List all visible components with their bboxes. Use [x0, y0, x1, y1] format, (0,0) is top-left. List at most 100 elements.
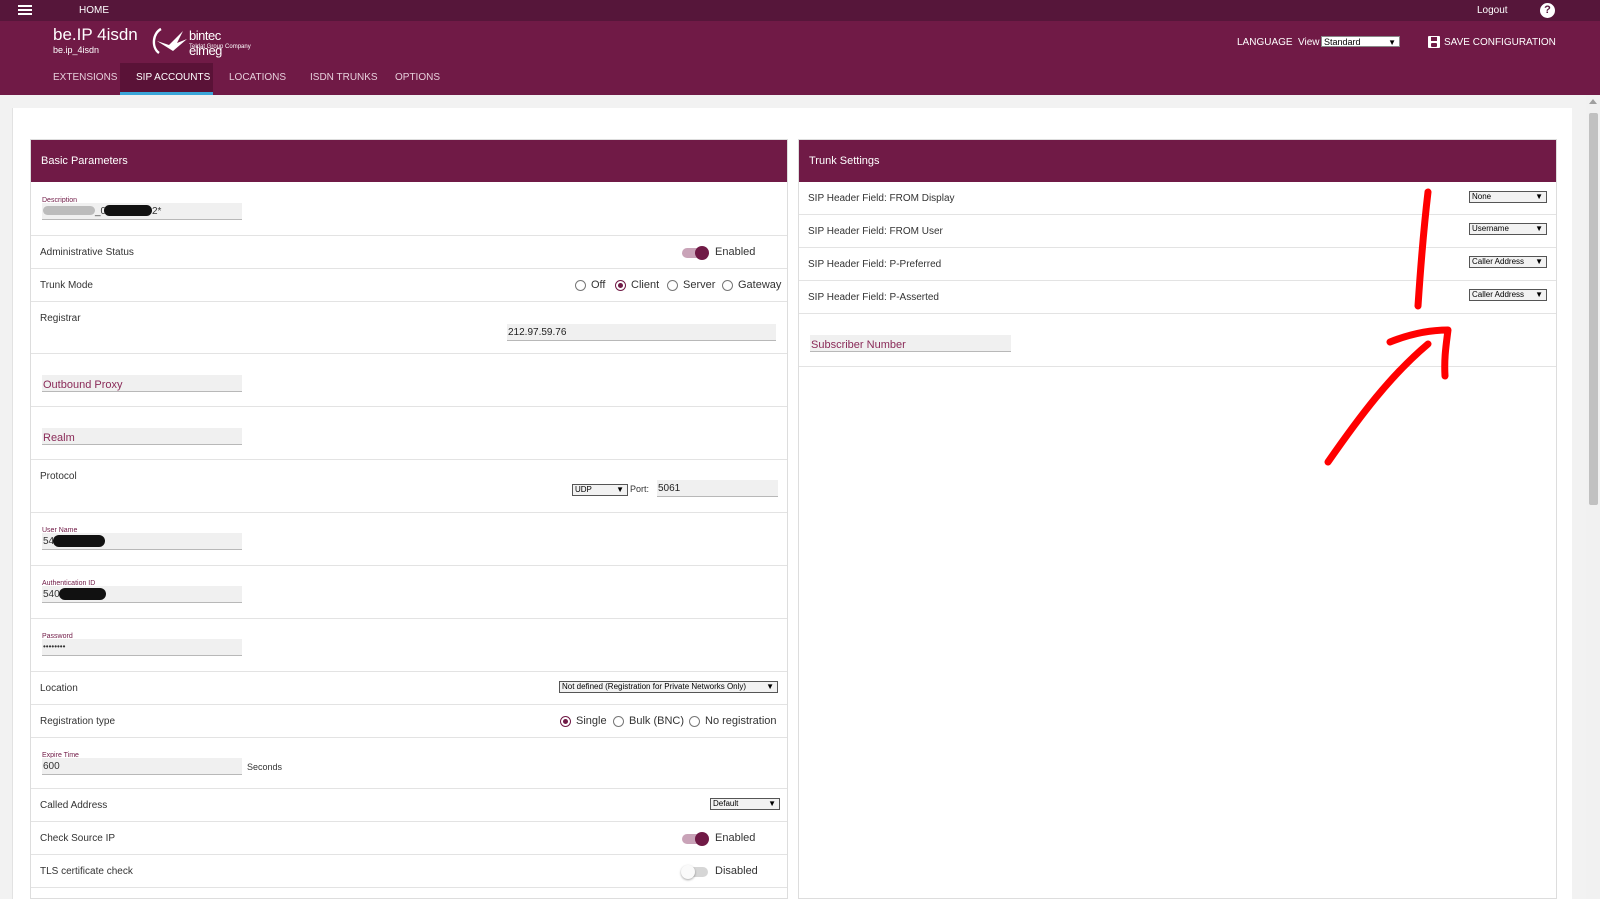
check-source-ip-toggle[interactable]: [682, 832, 709, 846]
password-row: Password ••••••••: [31, 619, 787, 672]
trunk-mode-gateway-label: Gateway: [738, 279, 782, 291]
auth-id-field[interactable]: 540: [42, 586, 242, 603]
from-display-value: None: [1472, 192, 1492, 201]
location-row: Location Not defined (Registration for P…: [31, 672, 787, 705]
registrar-label: Registrar: [40, 313, 81, 324]
trunk-mode-server-label: Server: [683, 279, 716, 291]
brand-name: bintec elmeg: [189, 28, 222, 58]
description-field[interactable]: _0 2*: [42, 203, 242, 220]
called-address-select[interactable]: Default ▼: [710, 798, 780, 810]
reg-type-none-radio[interactable]: [689, 716, 700, 727]
p-preferred-value: Caller Address: [1472, 257, 1525, 266]
basic-parameters-panel: Basic Parameters Description _0 2* Admin…: [30, 139, 788, 899]
redacted-mark: [43, 206, 95, 215]
outbound-proxy-field[interactable]: Outbound Proxy: [42, 375, 242, 392]
from-display-label: SIP Header Field: FROM Display: [808, 193, 955, 204]
from-user-value: Username: [1472, 224, 1509, 233]
chevron-down-icon: ▼: [1388, 38, 1396, 47]
trunk-mode-off-label: Off: [591, 279, 606, 291]
admin-status-toggle[interactable]: [682, 246, 709, 260]
logout-link[interactable]: Logout: [1477, 5, 1508, 16]
protocol-row: Protocol UDP ▼ Port: 5061: [31, 460, 787, 513]
p-preferred-select[interactable]: Caller Address ▼: [1469, 256, 1547, 268]
p-asserted-label: SIP Header Field: P-Asserted: [808, 292, 939, 303]
called-address-row: Called Address Default ▼: [31, 789, 787, 822]
tls-check-label: TLS certificate check: [40, 866, 133, 877]
check-source-ip-row: Check Source IP Enabled: [31, 822, 787, 855]
device-name: be.IP 4isdn: [53, 25, 138, 44]
reg-type-bulk-radio[interactable]: [613, 716, 624, 727]
trunk-mode-client-label: Client: [631, 279, 660, 291]
tab-sip-accounts[interactable]: SIP ACCOUNTS: [120, 63, 213, 95]
description-value-end: 2*: [152, 206, 162, 217]
tls-check-row: TLS certificate check Disabled: [31, 855, 787, 888]
reg-type-bulk-label: Bulk (BNC): [629, 715, 685, 727]
port-field[interactable]: 5061: [657, 480, 778, 497]
location-select[interactable]: Not defined (Registration for Private Ne…: [559, 681, 778, 693]
view-select[interactable]: Standard ▼: [1321, 36, 1400, 47]
admin-status-value: Enabled: [715, 246, 756, 258]
chevron-down-icon: ▼: [768, 799, 776, 808]
red-arrow-annotation: [1324, 188, 1452, 466]
port-label: Port:: [630, 484, 650, 494]
scrollbar-thumb[interactable]: [1589, 113, 1598, 505]
language-menu[interactable]: LANGUAGE: [1237, 37, 1293, 48]
trunk-mode-off-radio[interactable]: [575, 280, 586, 291]
bird-logo-icon: [152, 27, 187, 54]
tab-locations[interactable]: LOCATIONS: [213, 63, 295, 95]
location-label: Location: [40, 683, 78, 694]
trunk-mode-label: Trunk Mode: [40, 280, 93, 291]
registration-type-row: Registration type Single Bulk (BNC) No r…: [31, 705, 787, 738]
tab-options[interactable]: OPTIONS: [379, 63, 449, 95]
panel-title: Basic Parameters: [31, 140, 787, 182]
tab-extensions[interactable]: EXTENSIONS: [37, 63, 121, 95]
scroll-up-icon[interactable]: [1589, 99, 1597, 104]
redacted-mark: [59, 588, 106, 600]
p-preferred-label: SIP Header Field: P-Preferred: [808, 259, 942, 270]
save-icon[interactable]: [1428, 36, 1440, 48]
redacted-mark: [104, 205, 152, 216]
outbound-proxy-row: Outbound Proxy: [31, 354, 787, 407]
chevron-down-icon: ▼: [766, 682, 774, 691]
from-display-select[interactable]: None ▼: [1469, 191, 1547, 203]
page-scrollbar[interactable]: [1586, 95, 1600, 899]
password-field[interactable]: ••••••••: [42, 639, 242, 656]
protocol-select[interactable]: UDP ▼: [572, 484, 628, 496]
help-icon[interactable]: ?: [1540, 3, 1555, 18]
trunk-mode-server-radio[interactable]: [667, 280, 678, 291]
chevron-down-icon: ▼: [1535, 290, 1543, 299]
tls-check-value: Disabled: [715, 865, 758, 877]
check-source-ip-value: Enabled: [715, 832, 756, 844]
top-bar: HOME Logout ?: [0, 0, 1600, 21]
p-asserted-select[interactable]: Caller Address ▼: [1469, 289, 1547, 301]
redacted-mark: [53, 535, 105, 547]
reg-type-none-label: No registration: [705, 715, 777, 727]
trunk-mode-gateway-radio[interactable]: [722, 280, 733, 291]
brand-subtitle: Teldat Group Company: [189, 44, 251, 50]
home-link[interactable]: HOME: [79, 5, 109, 16]
chevron-down-icon: ▼: [1535, 257, 1543, 266]
menu-icon[interactable]: [18, 5, 32, 16]
expire-time-unit: Seconds: [247, 762, 283, 772]
registrar-field[interactable]: 212.97.59.76: [507, 324, 776, 341]
chevron-down-icon: ▼: [616, 485, 624, 494]
subscriber-number-field[interactable]: Subscriber Number: [810, 335, 1011, 352]
realm-field[interactable]: Realm: [42, 428, 242, 445]
expire-time-field[interactable]: 600: [42, 758, 242, 775]
chevron-down-icon: ▼: [1535, 192, 1543, 201]
view-select-value: Standard: [1324, 37, 1361, 47]
brand-logo: bintec elmeg Teldat Group Company: [147, 25, 252, 58]
trunk-mode-row: Trunk Mode Off Client Server Gateway: [31, 269, 787, 302]
tls-check-toggle[interactable]: [681, 865, 708, 879]
reg-type-single-radio[interactable]: [560, 716, 571, 727]
username-field[interactable]: 54: [42, 533, 242, 550]
tab-isdn-trunks[interactable]: ISDN TRUNKS: [294, 63, 379, 95]
trunk-mode-client-radio[interactable]: [615, 280, 626, 291]
save-configuration-button[interactable]: SAVE CONFIGURATION: [1444, 37, 1556, 48]
realm-row: Realm: [31, 407, 787, 460]
from-user-select[interactable]: Username ▼: [1469, 223, 1547, 235]
reg-type-single-label: Single: [576, 715, 607, 727]
device-subtitle: be.ip_4isdn: [53, 45, 100, 55]
protocol-label: Protocol: [40, 471, 77, 482]
protocol-select-value: UDP: [575, 485, 592, 494]
